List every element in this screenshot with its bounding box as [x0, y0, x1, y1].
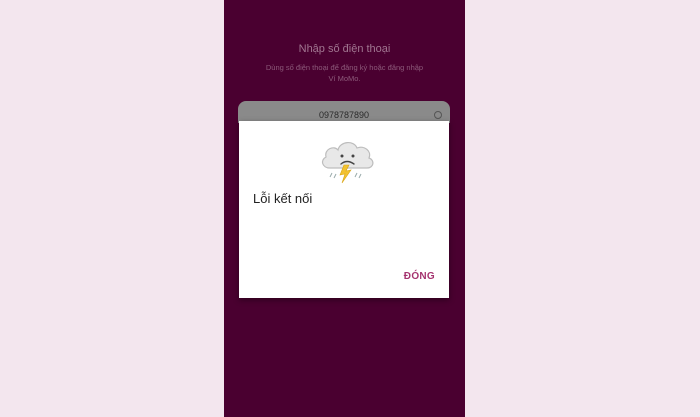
dialog-title: Lỗi kết nối — [253, 191, 313, 206]
screenshot-stage: Nhập số điện thoại Dùng số điện thoại để… — [0, 0, 700, 417]
login-title: Nhập số điện thoại — [298, 43, 391, 55]
phone-input[interactable]: 0978787890 — [238, 101, 450, 123]
login-subtitle: Dùng số điện thoại để đăng ký hoặc đăng … — [265, 63, 424, 83]
cloud-storm-sad-icon — [321, 142, 374, 184]
close-button[interactable]: ĐÓNG — [404, 271, 435, 282]
clear-icon[interactable] — [434, 111, 442, 119]
connection-error-dialog: Lỗi kết nối ĐÓNG — [239, 121, 449, 298]
phone-input-value: 0978787890 — [318, 110, 370, 120]
